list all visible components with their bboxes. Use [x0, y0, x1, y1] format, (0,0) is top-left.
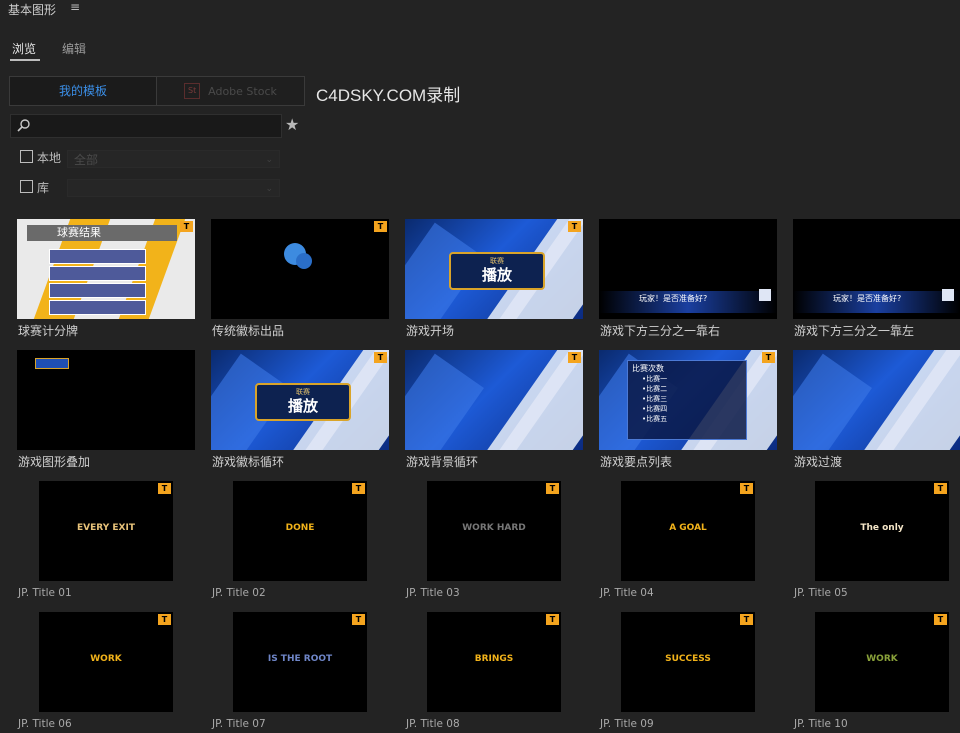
template-thumbnail[interactable] [17, 350, 195, 450]
template-thumbnail[interactable]: WORK T [815, 612, 949, 712]
template-badge-icon: T [158, 483, 171, 494]
template-badge-icon: T [158, 614, 171, 625]
template-badge-icon: T [546, 483, 559, 494]
template-label: JP. Title 10 [794, 718, 848, 730]
template-badge-icon: T [352, 614, 365, 625]
template-label: JP. Title 04 [600, 587, 654, 599]
template-badge-icon: T [374, 221, 387, 232]
source-toggle: 我的模板 St Adobe Stock [9, 76, 305, 106]
template-badge-icon: T [762, 352, 775, 363]
local-label: 本地 [37, 151, 62, 165]
tab-edit[interactable]: 编辑 [62, 40, 86, 57]
template-badge-icon: T [568, 221, 581, 232]
panel-title: 基本图形 [8, 3, 57, 17]
template-label: 游戏图形叠加 [18, 455, 91, 469]
active-tab-indicator [10, 59, 40, 61]
template-thumbnail[interactable]: The only T [815, 481, 949, 581]
adobe-stock-label: Adobe Stock [208, 84, 277, 98]
template-thumbnail[interactable]: WORK T [39, 612, 173, 712]
template-label: 游戏要点列表 [600, 455, 673, 469]
template-label: JP. Title 07 [212, 718, 266, 730]
chevron-down-icon: ⌄ [265, 155, 273, 165]
template-label: 球赛计分牌 [18, 324, 79, 338]
template-badge-icon: T [934, 614, 947, 625]
local-dropdown-value: 全部 [74, 153, 99, 167]
template-thumbnail[interactable]: EVERY EXIT T [39, 481, 173, 581]
template-thumbnail[interactable]: 联赛 播放 T [211, 350, 389, 450]
template-label: 游戏过渡 [794, 455, 843, 469]
template-thumbnail[interactable]: 联赛 播放 T [405, 219, 583, 319]
template-label: 游戏下方三分之一靠左 [794, 324, 915, 338]
template-label: JP. Title 03 [406, 587, 460, 599]
search-icon [17, 119, 30, 132]
template-thumbnail[interactable]: A GOAL T [621, 481, 755, 581]
template-badge-icon: T [740, 483, 753, 494]
template-thumbnail[interactable]: SUCCESS T [621, 612, 755, 712]
chevron-down-icon: ⌄ [265, 184, 273, 194]
library-checkbox[interactable] [20, 180, 33, 193]
local-checkbox[interactable] [20, 150, 33, 163]
template-thumbnail[interactable]: 玩家！是否准备好? [599, 219, 777, 319]
template-label: 传统徽标出品 [212, 324, 285, 338]
adobe-stock-icon: St [184, 83, 201, 99]
template-label: 游戏下方三分之一靠右 [600, 324, 721, 338]
template-thumbnail[interactable]: BRINGS T [427, 612, 561, 712]
template-thumbnail[interactable]: 球赛结果 T [17, 219, 195, 319]
adobe-stock-button[interactable]: St Adobe Stock [157, 77, 304, 105]
template-badge-icon: T [180, 221, 193, 232]
search-input[interactable] [10, 114, 282, 138]
template-badge-icon: T [568, 352, 581, 363]
template-badge-icon: T [546, 614, 559, 625]
template-label: JP. Title 01 [18, 587, 72, 599]
template-label: 游戏开场 [406, 324, 455, 338]
template-label: 游戏徽标循环 [212, 455, 285, 469]
favorites-star-icon[interactable]: ★ [285, 115, 299, 134]
template-label: 游戏背景循环 [406, 455, 479, 469]
template-thumbnail[interactable]: T [211, 219, 389, 319]
template-badge-icon: T [352, 483, 365, 494]
local-dropdown[interactable]: 全部 ⌄ [67, 150, 280, 168]
template-label: JP. Title 09 [600, 718, 654, 730]
template-badge-icon: T [374, 352, 387, 363]
template-thumbnail[interactable]: 比赛次数 •比赛一 •比赛二 •比赛三 •比赛四 •比赛五 T [599, 350, 777, 450]
template-label: JP. Title 08 [406, 718, 460, 730]
template-label: JP. Title 05 [794, 587, 848, 599]
template-label: JP. Title 06 [18, 718, 72, 730]
template-thumbnail[interactable] [793, 350, 960, 450]
library-label: 库 [37, 181, 50, 195]
hamburger-icon[interactable]: ≡ [70, 0, 80, 14]
template-badge-icon: T [934, 483, 947, 494]
watermark-text: C4DSKY.COM录制 [316, 86, 461, 105]
template-thumbnail[interactable]: 玩家！是否准备好? [793, 219, 960, 319]
template-thumbnail[interactable]: DONE T [233, 481, 367, 581]
template-thumbnail[interactable]: IS THE ROOT T [233, 612, 367, 712]
tab-browse[interactable]: 浏览 [12, 40, 36, 57]
template-thumbnail[interactable]: T [405, 350, 583, 450]
template-badge-icon: T [740, 614, 753, 625]
library-dropdown[interactable]: ⌄ [67, 179, 280, 197]
my-templates-button[interactable]: 我的模板 [10, 77, 157, 105]
template-label: JP. Title 02 [212, 587, 266, 599]
template-thumbnail[interactable]: WORK HARD T [427, 481, 561, 581]
